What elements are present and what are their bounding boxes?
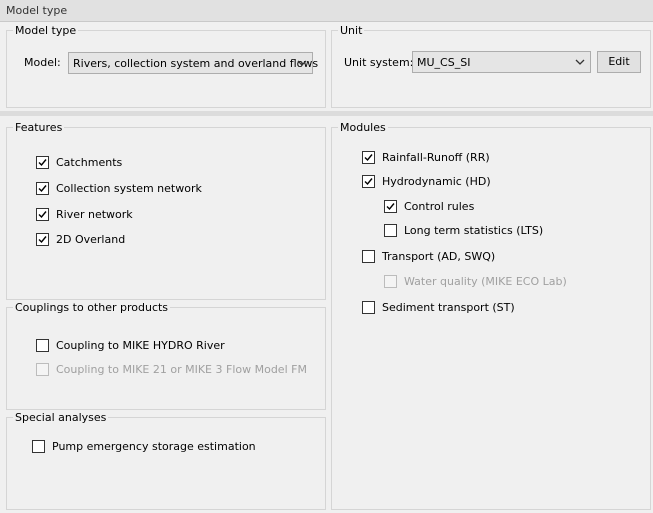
unit-legend: Unit — [340, 24, 363, 37]
edit-unit-button[interactable]: Edit — [597, 51, 641, 73]
chevron-down-icon — [296, 56, 308, 70]
special-analyses-legend: Special analyses — [15, 411, 107, 424]
feature-label: Collection system network — [56, 181, 202, 195]
checkmark-icon — [38, 158, 47, 166]
window-title-bar: Model type — [0, 0, 653, 22]
checkbox-box — [36, 362, 49, 376]
module-control-rules-checkbox[interactable]: Control rules — [384, 198, 474, 214]
couplings-legend: Couplings to other products — [15, 301, 169, 314]
unit-system-select-value: MU_CS_SI — [417, 56, 471, 69]
pump-emergency-storage-checkbox[interactable]: Pump emergency storage estimation — [32, 438, 256, 454]
checkbox-box — [384, 199, 397, 213]
special-analysis-label: Pump emergency storage estimation — [52, 439, 256, 453]
checkmark-icon — [38, 235, 47, 243]
coupling-mike-hydro-river-checkbox[interactable]: Coupling to MIKE HYDRO River — [36, 337, 225, 353]
coupling-label: Coupling to MIKE 21 or MIKE 3 Flow Model… — [56, 362, 307, 376]
checkbox-box — [36, 338, 49, 352]
module-label: Long term statistics (LTS) — [404, 223, 544, 237]
module-label: Water quality (MIKE ECO Lab) — [404, 274, 567, 288]
module-transport-checkbox[interactable]: Transport (AD, SWQ) — [362, 248, 495, 264]
module-label: Control rules — [404, 199, 475, 213]
model-select-value: Rivers, collection system and overland f… — [73, 57, 319, 70]
checkmark-icon — [38, 210, 47, 218]
module-water-quality-checkbox: Water quality (MIKE ECO Lab) — [384, 273, 567, 289]
unit-system-label: Unit system: — [344, 56, 414, 69]
feature-catchments-checkbox[interactable]: Catchments — [36, 154, 122, 170]
checkbox-box — [384, 223, 397, 237]
modules-legend: Modules — [340, 121, 386, 134]
module-rainfall-runoff-checkbox[interactable]: Rainfall-Runoff (RR) — [362, 149, 490, 165]
checkmark-icon — [364, 177, 373, 185]
feature-river-network-checkbox[interactable]: River network — [36, 206, 133, 222]
checkbox-box — [362, 174, 375, 188]
feature-label: Catchments — [56, 155, 123, 169]
checkbox-box — [32, 439, 45, 453]
module-label: Rainfall-Runoff (RR) — [382, 150, 490, 164]
window-title: Model type — [6, 4, 68, 17]
feature-label: 2D Overland — [56, 232, 126, 246]
checkmark-icon — [38, 184, 47, 192]
checkbox-box — [362, 300, 375, 314]
checkbox-box — [36, 232, 49, 246]
model-select[interactable]: Rivers, collection system and overland f… — [68, 52, 318, 74]
couplings-group: Couplings to other products — [6, 301, 326, 410]
special-analyses-group: Special analyses — [6, 411, 326, 510]
features-legend: Features — [15, 121, 63, 134]
unit-system-select[interactable]: MU_CS_SI — [412, 51, 591, 73]
checkbox-box — [362, 150, 375, 164]
feature-2d-overland-checkbox[interactable]: 2D Overland — [36, 231, 125, 247]
module-sediment-transport-checkbox[interactable]: Sediment transport (ST) — [362, 299, 515, 315]
checkmark-icon — [386, 202, 395, 210]
module-hydrodynamic-checkbox[interactable]: Hydrodynamic (HD) — [362, 173, 491, 189]
module-long-term-statistics-checkbox[interactable]: Long term statistics (LTS) — [384, 222, 543, 238]
coupling-label: Coupling to MIKE HYDRO River — [56, 338, 225, 352]
checkbox-box — [36, 181, 49, 195]
checkbox-box — [36, 207, 49, 221]
module-label: Hydrodynamic (HD) — [382, 174, 491, 188]
model-label: Model: — [24, 56, 61, 69]
module-label: Sediment transport (ST) — [382, 300, 515, 314]
feature-collection-system-checkbox[interactable]: Collection system network — [36, 180, 202, 196]
module-label: Transport (AD, SWQ) — [382, 249, 496, 263]
checkbox-box — [384, 274, 397, 288]
checkbox-box — [362, 249, 375, 263]
model-type-legend: Model type — [15, 24, 77, 37]
chevron-down-icon — [574, 55, 586, 69]
coupling-mike-21-checkbox: Coupling to MIKE 21 or MIKE 3 Flow Model… — [36, 361, 307, 377]
checkmark-icon — [364, 153, 373, 161]
checkbox-box — [36, 155, 49, 169]
feature-label: River network — [56, 207, 133, 221]
panel-splitter[interactable] — [0, 111, 653, 116]
